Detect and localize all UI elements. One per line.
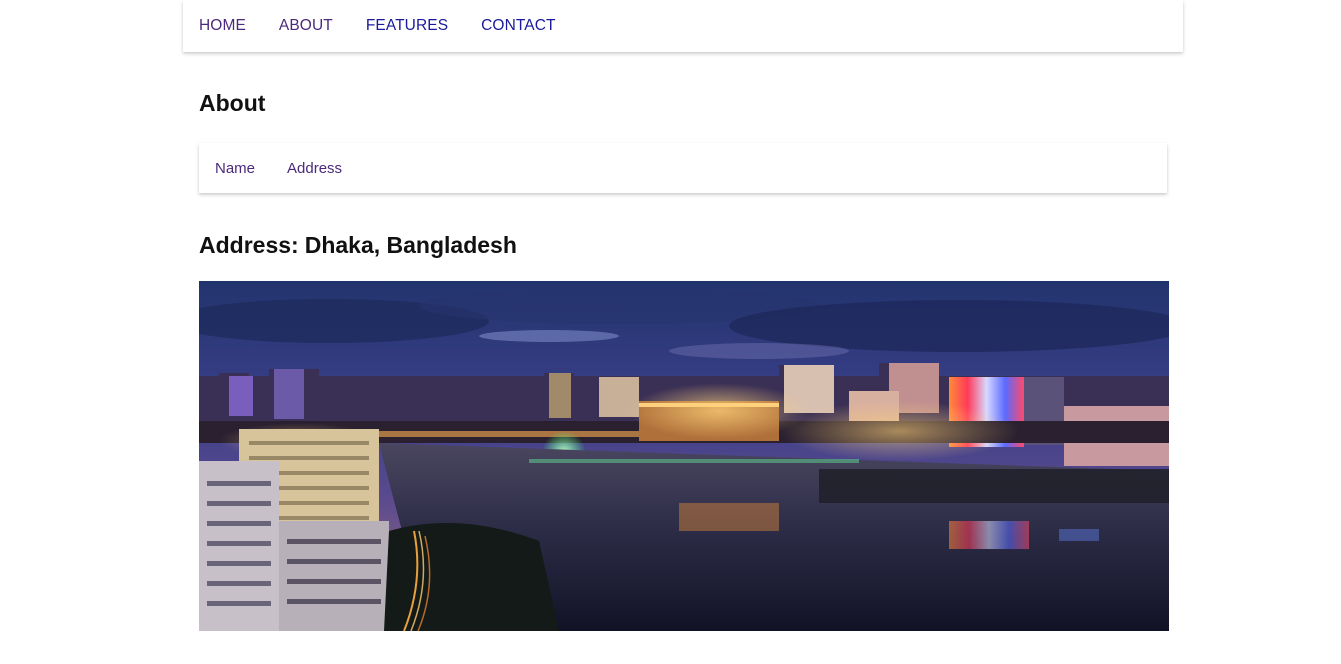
subnav-link-name[interactable]: Name [215, 160, 255, 177]
address-value: Dhaka, Bangladesh [304, 232, 517, 258]
about-subnav: Name Address [199, 143, 1167, 193]
nav-link-home[interactable]: HOME [199, 17, 246, 35]
page: HOME ABOUT FEATURES CONTACT About Name A… [0, 0, 1341, 664]
nav-link-contact[interactable]: CONTACT [481, 17, 555, 35]
address-prefix: Address: [199, 232, 299, 258]
dhaka-skyline-photo [199, 281, 1169, 631]
top-navbar: HOME ABOUT FEATURES CONTACT [183, 0, 1183, 52]
address-heading: Address: Dhaka, Bangladesh [199, 232, 517, 259]
about-heading: About [199, 90, 266, 116]
nav-link-about[interactable]: ABOUT [279, 17, 333, 35]
subnav-link-address[interactable]: Address [287, 160, 342, 177]
nav-link-features[interactable]: FEATURES [366, 17, 448, 35]
